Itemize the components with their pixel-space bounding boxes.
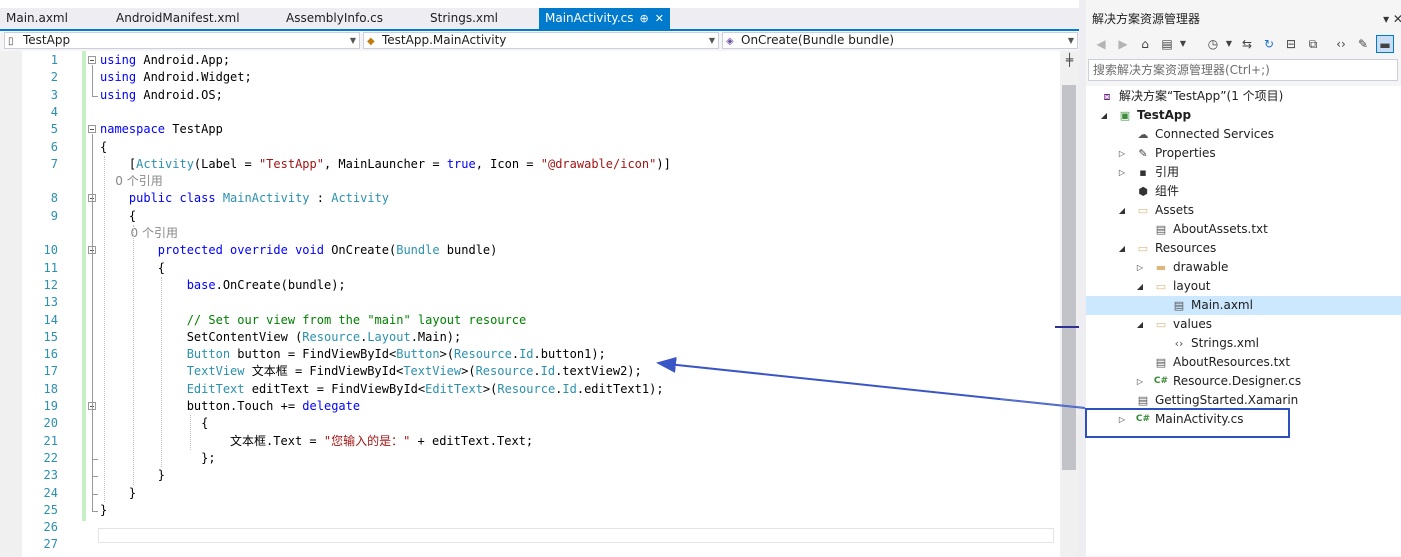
annotation-arrow-thin bbox=[999, 398, 1086, 409]
annotation-arrow bbox=[656, 356, 1086, 409]
